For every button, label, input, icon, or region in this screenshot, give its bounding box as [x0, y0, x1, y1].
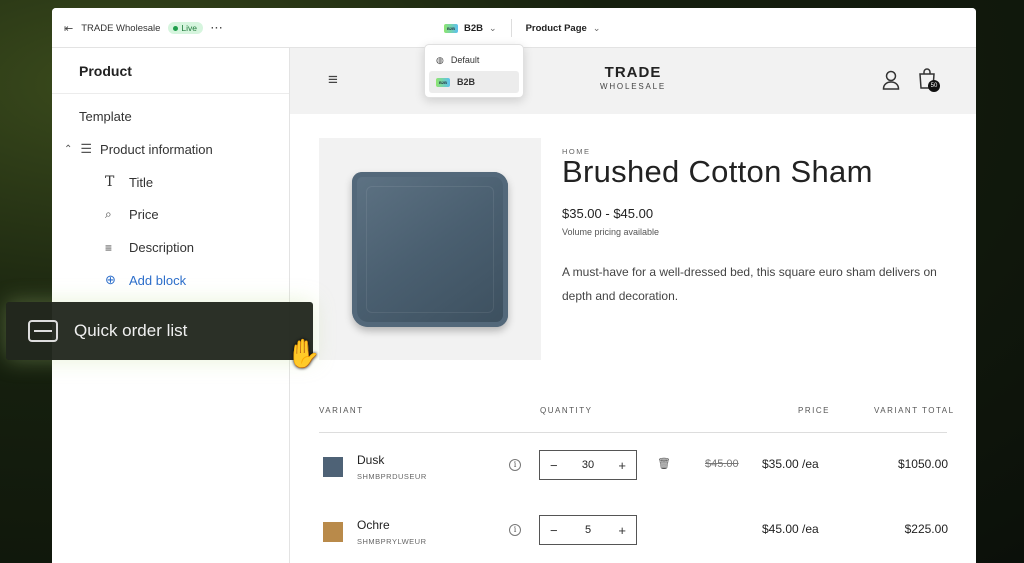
section-icon: ☰ [80, 141, 93, 156]
sidebar-item-price[interactable]: ⌕ Price [105, 207, 159, 222]
b2b-badge-icon: B2B [444, 23, 458, 33]
status-dot-icon [173, 25, 179, 31]
store-logo[interactable]: TRADE WHOLESALE [600, 65, 666, 91]
quantity-stepper[interactable]: − 5 + [539, 515, 637, 545]
market-selector[interactable]: B2B [464, 23, 483, 34]
plus-icon[interactable]: + [618, 458, 626, 473]
minus-icon[interactable]: − [550, 458, 558, 473]
chevron-down-icon[interactable]: ⌄ [593, 23, 601, 34]
divider [510, 19, 512, 37]
unit-price: $35.00 /ea [762, 457, 819, 471]
header-variant: VARIANT [319, 406, 364, 415]
plus-icon[interactable]: + [618, 523, 626, 538]
pillow-image [352, 172, 508, 327]
info-icon[interactable]: i [509, 459, 521, 471]
market-option-default[interactable]: ◍ Default [429, 49, 519, 71]
paragraph-icon: ≡ [105, 240, 113, 255]
exit-icon[interactable]: ⇤ [64, 22, 73, 35]
header-quantity: QUANTITY [540, 406, 593, 415]
globe-icon: ◍ [436, 54, 444, 65]
list-block-icon [28, 320, 58, 342]
divider [319, 432, 947, 433]
price-tag-icon: ⌕ [105, 207, 112, 221]
text-icon: T [105, 174, 115, 190]
variant-name: Ochre [357, 518, 390, 532]
variant-sku: SHMBPRDUSEUR [357, 472, 427, 481]
quantity-input[interactable]: 5 [585, 524, 591, 536]
editor-topbar: ⇤ TRADE Wholesale Live ··· B2B B2B ⌄ Pro… [52, 8, 976, 48]
product-image[interactable] [319, 138, 541, 360]
market-dropdown: ◍ Default B2B B2B [424, 44, 524, 98]
minus-icon[interactable]: − [550, 523, 558, 538]
editor-window: ⇤ TRADE Wholesale Live ··· B2B B2B ⌄ Pro… [52, 8, 976, 563]
sidebar-item-description[interactable]: ≡ Description [105, 240, 194, 255]
sidebar-item-product-information[interactable]: ⌃ ☰ Product information [64, 141, 213, 157]
chevron-down-icon[interactable]: ⌄ [489, 23, 497, 34]
account-icon[interactable] [882, 70, 900, 90]
storefront-header: ≡ TRADE WHOLESALE 50 [290, 48, 976, 114]
header-variant-total: VARIANT TOTAL [874, 406, 955, 415]
variant-name: Dusk [357, 453, 385, 467]
info-icon[interactable]: i [509, 524, 521, 536]
header-price: PRICE [798, 406, 830, 415]
sidebar-title: Product [52, 48, 289, 94]
store-name: TRADE Wholesale [81, 22, 161, 34]
b2b-badge-icon: B2B [436, 77, 450, 87]
table-row: Ochre SHMBPRYLWEUR i − 5 + $45.00 /ea $2… [290, 513, 976, 553]
sidebar-item-title[interactable]: T Title [105, 174, 153, 190]
market-option-b2b[interactable]: B2B B2B [429, 71, 519, 93]
variant-total: $1050.00 [897, 457, 948, 471]
quantity-input[interactable]: 30 [582, 459, 594, 471]
volume-pricing-note: Volume pricing available [562, 227, 660, 237]
hamburger-menu-icon[interactable]: ≡ [328, 70, 338, 90]
product-title: Brushed Cotton Sham [562, 154, 873, 189]
add-block-button[interactable]: ⊕ Add block [105, 272, 186, 288]
product-description: A must-have for a well-dressed bed, this… [562, 265, 937, 303]
unit-price: $45.00 /ea [762, 522, 819, 536]
more-actions-button[interactable]: ··· [211, 23, 224, 34]
cart-count-badge: 50 [928, 80, 940, 92]
quick-order-list-drag-item[interactable]: Quick order list [6, 302, 313, 360]
table-row: Dusk SHMBPRDUSEUR i − 30 + 🗑 $45.00 $35.… [290, 448, 976, 488]
drag-item-label: Quick order list [74, 321, 188, 340]
grab-cursor-icon: ✋ [286, 338, 321, 369]
live-status-badge: Live [168, 22, 204, 34]
storefront-preview: ≡ TRADE WHOLESALE 50 HOME Brushed Cotton… [290, 48, 976, 563]
sidebar-item-template[interactable]: Template [79, 109, 132, 124]
variant-total: $225.00 [904, 522, 948, 536]
chevron-up-icon[interactable]: ⌃ [64, 144, 72, 155]
variant-sku: SHMBPRYLWEUR [357, 537, 427, 546]
page-selector[interactable]: Product Page [526, 23, 587, 34]
swatch-ochre [323, 522, 343, 542]
compare-at-price: $45.00 [705, 458, 739, 470]
plus-circle-icon: ⊕ [105, 272, 116, 287]
product-price: $35.00 - $45.00 [562, 206, 654, 221]
quantity-stepper[interactable]: − 30 + [539, 450, 637, 480]
swatch-dusk [323, 457, 343, 477]
trash-icon[interactable]: 🗑 [657, 457, 671, 470]
